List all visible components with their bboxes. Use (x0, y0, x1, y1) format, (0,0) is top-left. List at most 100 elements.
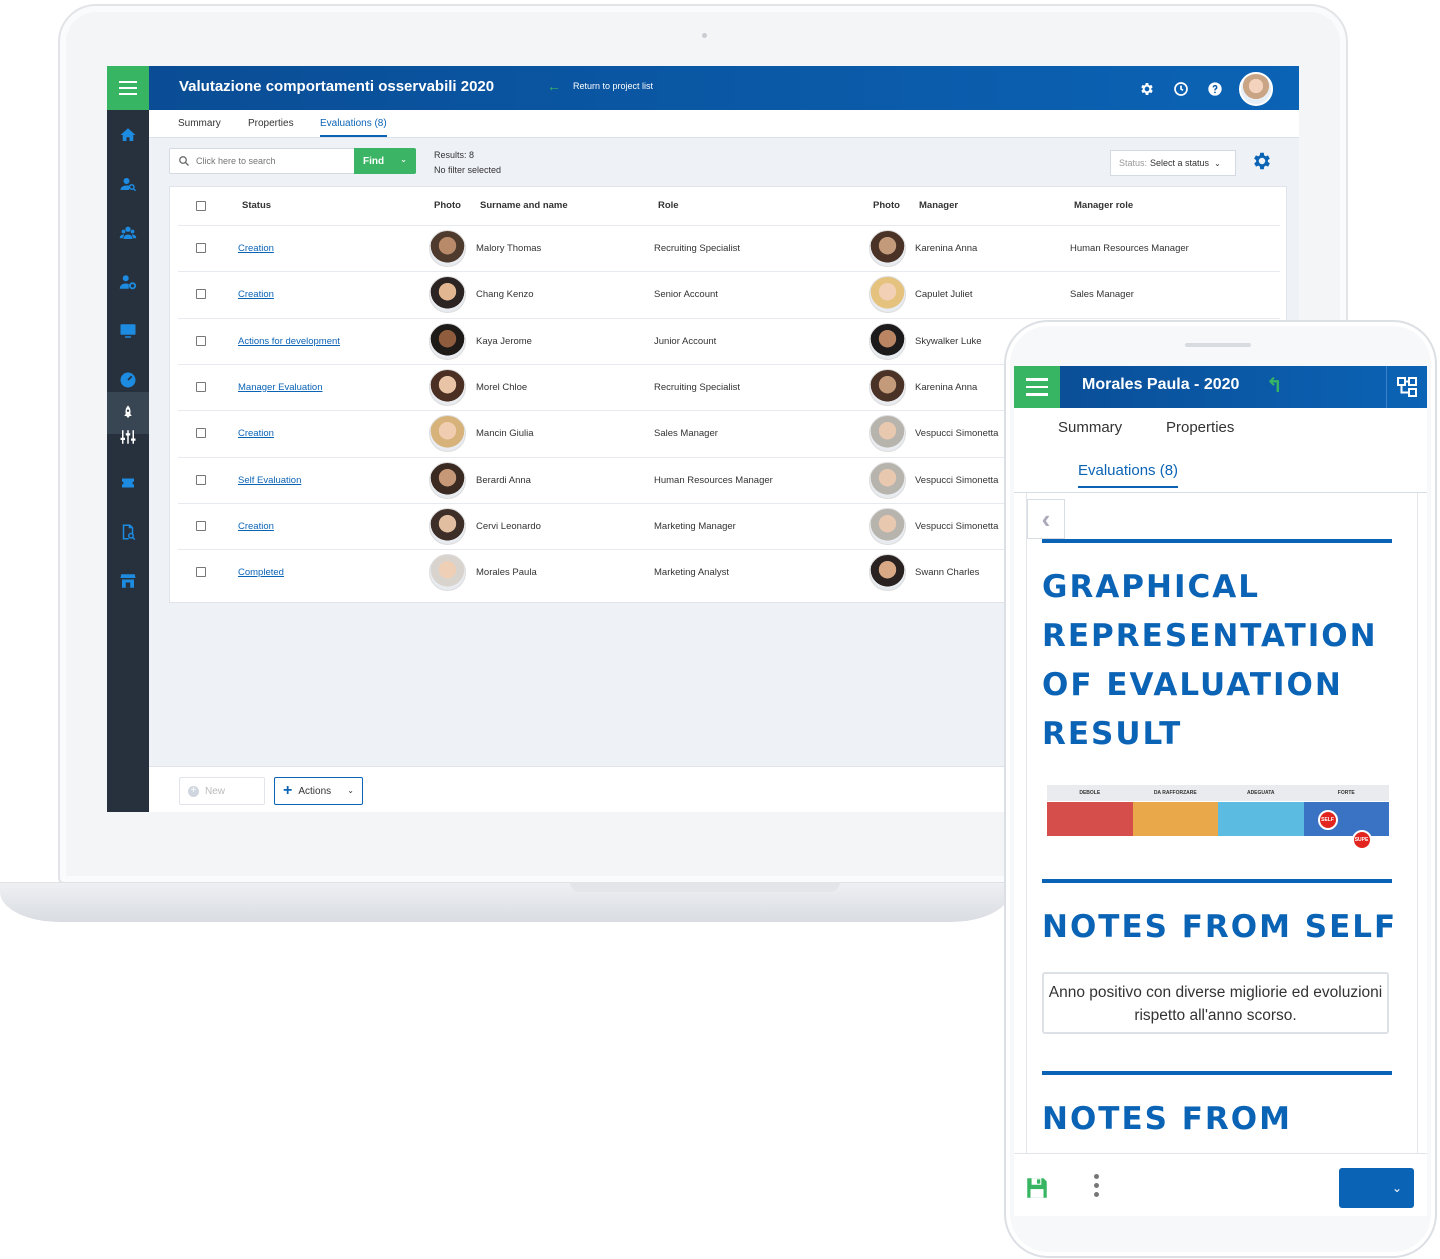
mobile-top-bar: Morales Paula - 2020 ↰ (1014, 366, 1427, 408)
status-link[interactable]: Creation (238, 521, 274, 532)
store-icon[interactable] (107, 560, 149, 602)
chevron-down-icon[interactable]: ⌄ (400, 155, 407, 164)
ticket-icon[interactable] (107, 462, 149, 504)
hierarchy-icon[interactable] (1386, 366, 1427, 408)
row-checkbox[interactable] (196, 474, 206, 485)
row-checkbox[interactable] (196, 567, 206, 578)
manager-photo (869, 461, 906, 499)
tab-summary[interactable]: Summary (178, 118, 221, 129)
plus-icon: + (188, 785, 199, 797)
menu-toggle-button[interactable] (107, 66, 149, 110)
gear-icon[interactable] (1137, 79, 1157, 99)
employee-role: Human Resources Manager (654, 474, 773, 486)
new-button[interactable]: + New (179, 777, 265, 805)
manager-photo (869, 554, 906, 592)
status-link[interactable]: Completed (238, 567, 284, 578)
manager-name: Karenina Anna (915, 381, 978, 393)
status-link[interactable]: Manager Evaluation (238, 382, 323, 393)
employee-name: Malory Thomas (476, 243, 542, 254)
header-status[interactable]: Status (242, 200, 271, 211)
notes-self-heading: NOTES FROM SELF (1042, 909, 1398, 945)
employee-photo (429, 322, 466, 360)
mobile-title: Morales Paula - 2020 (1082, 376, 1240, 393)
tab-evaluations[interactable]: Evaluations (8) (320, 118, 387, 137)
status-filter-value: Select a status (1150, 158, 1210, 168)
employee-name: Morel Chloe (476, 381, 528, 393)
manager-photo (869, 230, 906, 267)
sliders-icon[interactable] (107, 416, 149, 458)
report-search-icon[interactable] (107, 511, 149, 553)
scale-label: DA RAFFORZARE (1153, 790, 1197, 796)
save-icon[interactable] (1024, 1175, 1050, 1201)
search-input[interactable] (196, 156, 346, 166)
header-name[interactable]: Surname and name (480, 200, 568, 211)
employee-name: Cervi Leonardo (476, 520, 541, 532)
status-link[interactable]: Creation (238, 428, 274, 439)
chevron-left-icon[interactable]: ‹ (1027, 499, 1065, 539)
manager-photo (869, 322, 906, 360)
mobile-app: Morales Paula - 2020 ↰ Summary Propertie… (1014, 366, 1427, 1216)
mobile-actions-button[interactable]: ⌄ (1339, 1168, 1414, 1208)
header-manager[interactable]: Manager (919, 200, 958, 211)
back-arrow-icon[interactable]: ↰ (1266, 373, 1283, 398)
actions-label: Actions (298, 785, 332, 797)
row-checkbox[interactable] (196, 381, 206, 392)
filter-status: No filter selected (434, 165, 502, 175)
employee-role: Sales Manager (654, 428, 718, 440)
mobile-bottom-bar: ⌄ (1014, 1153, 1427, 1216)
chevron-down-icon: ⌄ (1214, 158, 1221, 168)
status-filter-select[interactable]: Status: Select a status ⌄ (1110, 150, 1236, 176)
self-marker: SELF (1317, 810, 1338, 830)
status-link[interactable]: Creation (238, 289, 274, 300)
laptop-base (0, 882, 1010, 922)
supervisor-marker: SUPE (1351, 830, 1372, 850)
more-options-icon[interactable] (1094, 1174, 1099, 1197)
row-checkbox[interactable] (196, 243, 206, 253)
users-icon[interactable] (107, 212, 149, 254)
mobile-menu-button[interactable] (1014, 366, 1060, 408)
notes-from-heading: NOTES FROM (1042, 1101, 1292, 1137)
home-icon[interactable] (107, 114, 149, 156)
tab-properties[interactable]: Properties (248, 118, 294, 129)
status-link[interactable]: Actions for development (238, 336, 340, 347)
mobile-tab-evaluations[interactable]: Evaluations (8) (1078, 462, 1179, 488)
monitor-icon[interactable] (107, 310, 149, 352)
status-link[interactable]: Self Evaluation (238, 475, 301, 486)
header-role[interactable]: Role (658, 200, 679, 211)
table-settings-gear-icon[interactable] (1251, 150, 1273, 172)
evaluation-scale: DEBOLE DA RAFFORZARE ADEGUATA FORTE SELF… (1047, 785, 1389, 850)
find-button[interactable]: Find ⌄ (354, 148, 416, 174)
manager-name: Skywalker Luke (915, 335, 982, 347)
header-manager-role[interactable]: Manager role (1074, 200, 1133, 211)
status-link[interactable]: Creation (238, 243, 274, 254)
back-arrow-icon: ← (547, 78, 561, 94)
actions-button[interactable]: + Actions ⌄ (274, 777, 363, 805)
return-to-project-list-link[interactable]: ← Return to project list (547, 78, 653, 94)
employee-role: Junior Account (654, 335, 717, 347)
employee-name: Kaya Jerome (476, 335, 532, 347)
user-settings-icon[interactable] (107, 261, 149, 303)
employee-name: Mancin Giulia (476, 428, 534, 440)
mobile-tab-properties[interactable]: Properties (1166, 419, 1234, 436)
row-checkbox[interactable] (196, 289, 206, 300)
help-icon[interactable] (1205, 79, 1225, 99)
manager-photo (869, 507, 906, 545)
row-checkbox[interactable] (196, 428, 206, 439)
employee-role: Marketing Manager (654, 520, 736, 532)
sidebar (107, 110, 149, 812)
row-checkbox[interactable] (196, 520, 206, 531)
employee-role: Senior Account (654, 289, 718, 301)
employee-photo (429, 368, 466, 406)
mobile-tab-summary[interactable]: Summary (1058, 419, 1122, 436)
mobile-content: ‹ GRAPHICAL REPRESENTATION OF EVALUATION… (1026, 493, 1418, 1153)
table-row[interactable]: Creation Malory Thomas Recruiting Speciali… (178, 225, 1280, 271)
table-row[interactable]: Creation Chang Kenzo Senior Account Capulet… (178, 271, 1280, 317)
manager-name: Vespucci Simonetta (915, 520, 999, 532)
manager-photo (869, 276, 906, 314)
search-user-icon[interactable] (107, 163, 149, 205)
clock-icon[interactable] (1171, 79, 1191, 99)
row-checkbox[interactable] (196, 335, 206, 346)
user-avatar[interactable] (1239, 72, 1273, 106)
status-filter-label: Status: (1119, 158, 1148, 168)
select-all-checkbox[interactable] (196, 201, 206, 211)
